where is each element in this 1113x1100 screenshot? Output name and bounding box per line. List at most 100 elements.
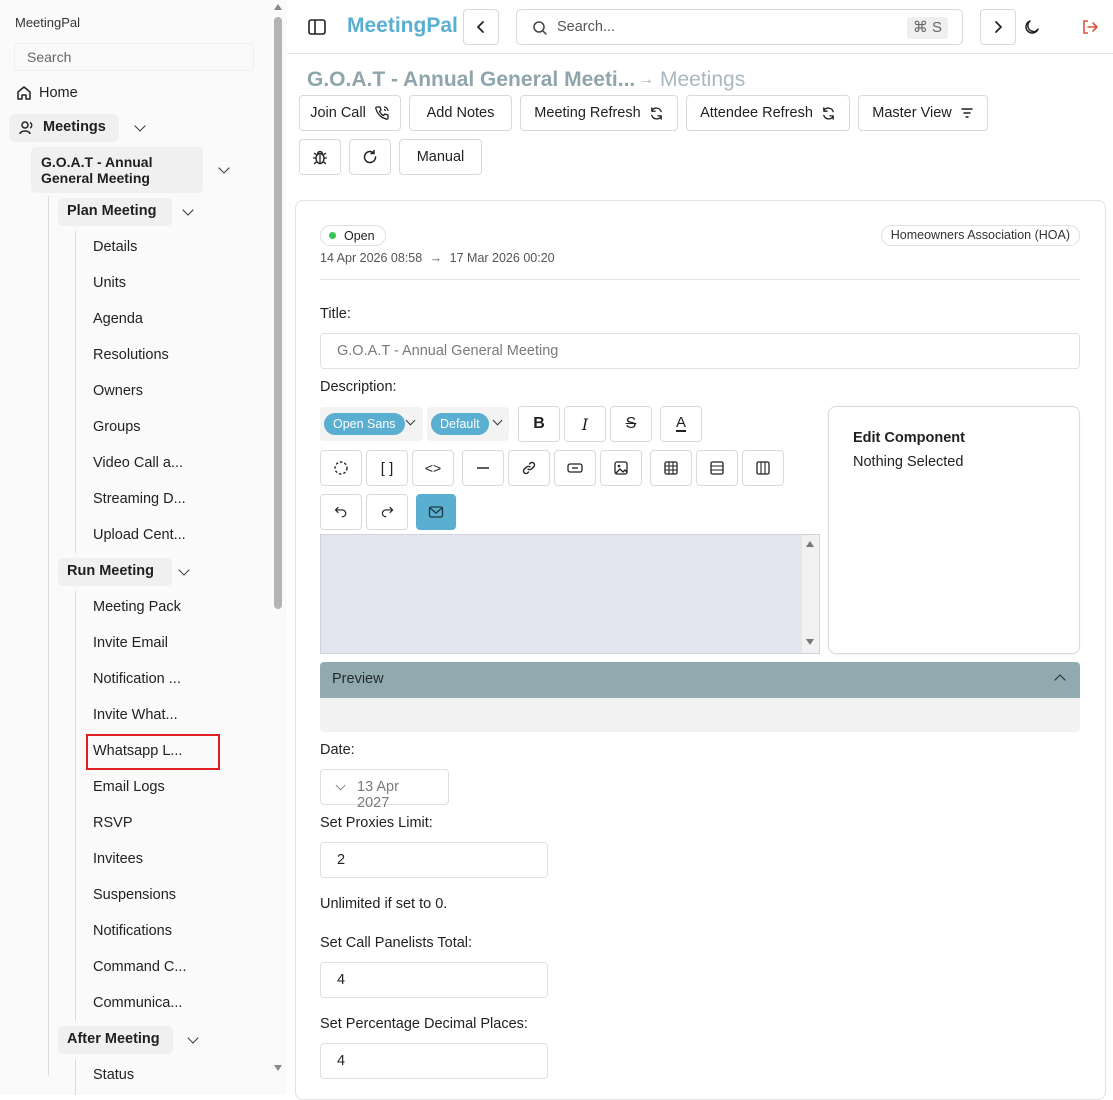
back-button[interactable] <box>463 9 499 45</box>
table-button[interactable] <box>650 450 692 486</box>
sidebar-scroll-thumb[interactable] <box>274 17 282 609</box>
sidebar-item-video-call[interactable]: Video Call a... <box>93 455 183 471</box>
add-notes-button[interactable]: Add Notes <box>409 95 512 131</box>
strikethrough-button[interactable]: S <box>610 406 652 442</box>
moon-icon[interactable] <box>1024 19 1040 35</box>
status-dot <box>329 232 336 239</box>
sidebar-item-rsvp[interactable]: RSVP <box>93 815 133 831</box>
date-picker[interactable]: 13 Apr 2027 <box>320 769 449 811</box>
status-text: Open <box>344 228 375 243</box>
sidebar-search-input[interactable]: Search <box>14 43 254 71</box>
link-icon <box>521 460 537 476</box>
italic-button[interactable]: I <box>564 406 606 442</box>
search-input[interactable]: Search... ⌘ S <box>516 9 963 45</box>
sidebar-item-notifications[interactable]: Notifications <box>93 923 172 939</box>
font-family-select[interactable]: Open Sans <box>320 407 423 441</box>
sidebar-item-units[interactable]: Units <box>93 275 126 291</box>
master-view-button[interactable]: Master View <box>858 95 988 131</box>
breadcrumb-meetings[interactable]: Meetings <box>660 68 745 92</box>
scroll-down-icon[interactable] <box>274 1065 282 1071</box>
sidebar-item-notification[interactable]: Notification ... <box>93 671 181 687</box>
chevron-right-icon <box>991 20 1005 34</box>
sidebar-item-status[interactable]: Status <box>93 1067 134 1083</box>
reload-button[interactable] <box>349 139 391 175</box>
logout-icon[interactable] <box>1081 18 1099 36</box>
sidebar-item-groups[interactable]: Groups <box>93 419 141 435</box>
image-button[interactable] <box>600 450 642 486</box>
italic-icon: I <box>581 414 589 434</box>
sidebar-item-run-meeting[interactable]: Run Meeting <box>58 558 172 586</box>
preview-label: Preview <box>332 671 384 687</box>
sidebar-item-invite-whatsapp[interactable]: Invite What... <box>93 707 178 723</box>
description-editor[interactable] <box>320 534 820 654</box>
sidebar-item-after-meeting[interactable]: After Meeting <box>58 1026 173 1054</box>
lasso-button[interactable] <box>320 450 362 486</box>
sidebar-item-meeting-pack[interactable]: Meeting Pack <box>93 599 181 615</box>
sidebar-item-owners[interactable]: Owners <box>93 383 143 399</box>
scroll-down-icon[interactable] <box>806 639 814 645</box>
manual-button[interactable]: Manual <box>399 139 482 175</box>
sidebar-item-command-centre[interactable]: Command C... <box>93 959 186 975</box>
reload-icon <box>362 149 378 165</box>
tree-line <box>48 196 49 1076</box>
horizontal-rule-button[interactable] <box>462 450 504 486</box>
debug-button[interactable] <box>299 139 341 175</box>
font-size-value: Default <box>431 413 489 435</box>
sidebar-toggle-icon[interactable] <box>307 17 327 37</box>
chevron-down-icon[interactable] <box>218 162 230 174</box>
chevron-down-icon[interactable] <box>187 1032 199 1044</box>
link-button[interactable] <box>508 450 550 486</box>
proxies-limit-field[interactable]: 2 <box>320 842 548 878</box>
sidebar-item-streaming[interactable]: Streaming D... <box>93 491 186 507</box>
sidebar-item-communications[interactable]: Communica... <box>93 995 182 1011</box>
chevron-down-icon <box>405 415 416 426</box>
bold-button[interactable]: B <box>518 406 560 442</box>
chevron-down-icon[interactable] <box>178 564 190 576</box>
sidebar-item-email-logs[interactable]: Email Logs <box>93 779 165 795</box>
editor-scrollbar[interactable] <box>802 535 819 653</box>
forward-button[interactable] <box>980 9 1016 45</box>
sidebar-item-resolutions[interactable]: Resolutions <box>93 347 169 363</box>
sidebar-item-meeting[interactable]: G.O.A.T - Annual General Meeting <box>31 147 203 193</box>
join-call-button[interactable]: Join Call <box>299 95 401 131</box>
font-size-select[interactable]: Default <box>427 407 509 441</box>
sidebar-item-invite-email[interactable]: Invite Email <box>93 635 168 651</box>
scroll-up-icon[interactable] <box>274 4 282 10</box>
sidebar-item-meetings[interactable]: Meetings <box>9 114 119 142</box>
attendee-refresh-button[interactable]: Attendee Refresh <box>686 95 850 131</box>
proxies-hint: Unlimited if set to 0. <box>320 896 448 912</box>
undo-button[interactable] <box>320 494 362 530</box>
code-button[interactable]: <> <box>412 450 454 486</box>
sidebar-scroll-area[interactable]: MeetingPal Search Home Meetings G.O.A.T … <box>0 0 271 1095</box>
columns-icon <box>755 460 771 476</box>
decimal-places-field[interactable]: 4 <box>320 1043 548 1079</box>
selection-highlight <box>86 734 220 770</box>
sidebar: MeetingPal Search Home Meetings G.O.A.T … <box>0 0 287 1095</box>
sidebar-item-suspensions[interactable]: Suspensions <box>93 887 176 903</box>
email-mode-button[interactable] <box>416 494 456 530</box>
preview-toggle[interactable]: Preview <box>320 662 1080 698</box>
sidebar-item-invitees[interactable]: Invitees <box>93 851 143 867</box>
panelists-total-field[interactable]: 4 <box>320 962 548 998</box>
title-field[interactable]: G.O.A.T - Annual General Meeting <box>320 333 1080 369</box>
rows-button[interactable] <box>696 450 738 486</box>
divider <box>320 279 1080 280</box>
button-block-button[interactable] <box>554 450 596 486</box>
scroll-up-icon[interactable] <box>806 541 814 547</box>
chevron-down-icon[interactable] <box>134 120 146 132</box>
sidebar-item-details[interactable]: Details <box>93 239 137 255</box>
sidebar-item-agenda[interactable]: Agenda <box>93 311 143 327</box>
refresh-icon <box>821 106 836 121</box>
meeting-refresh-button[interactable]: Meeting Refresh <box>520 95 678 131</box>
image-icon <box>613 460 629 476</box>
text-color-button[interactable]: A <box>660 406 702 442</box>
chevron-down-icon[interactable] <box>182 204 194 216</box>
columns-button[interactable] <box>742 450 784 486</box>
sidebar-item-upload-centre[interactable]: Upload Cent... <box>93 527 186 543</box>
brackets-button[interactable]: [ ] <box>366 450 408 486</box>
sidebar-item-plan-meeting[interactable]: Plan Meeting <box>58 198 172 226</box>
brand-name[interactable]: MeetingPal <box>347 14 458 38</box>
brackets-icon: [ ] <box>380 459 394 477</box>
redo-button[interactable] <box>366 494 408 530</box>
title-label: Title: <box>320 306 351 322</box>
